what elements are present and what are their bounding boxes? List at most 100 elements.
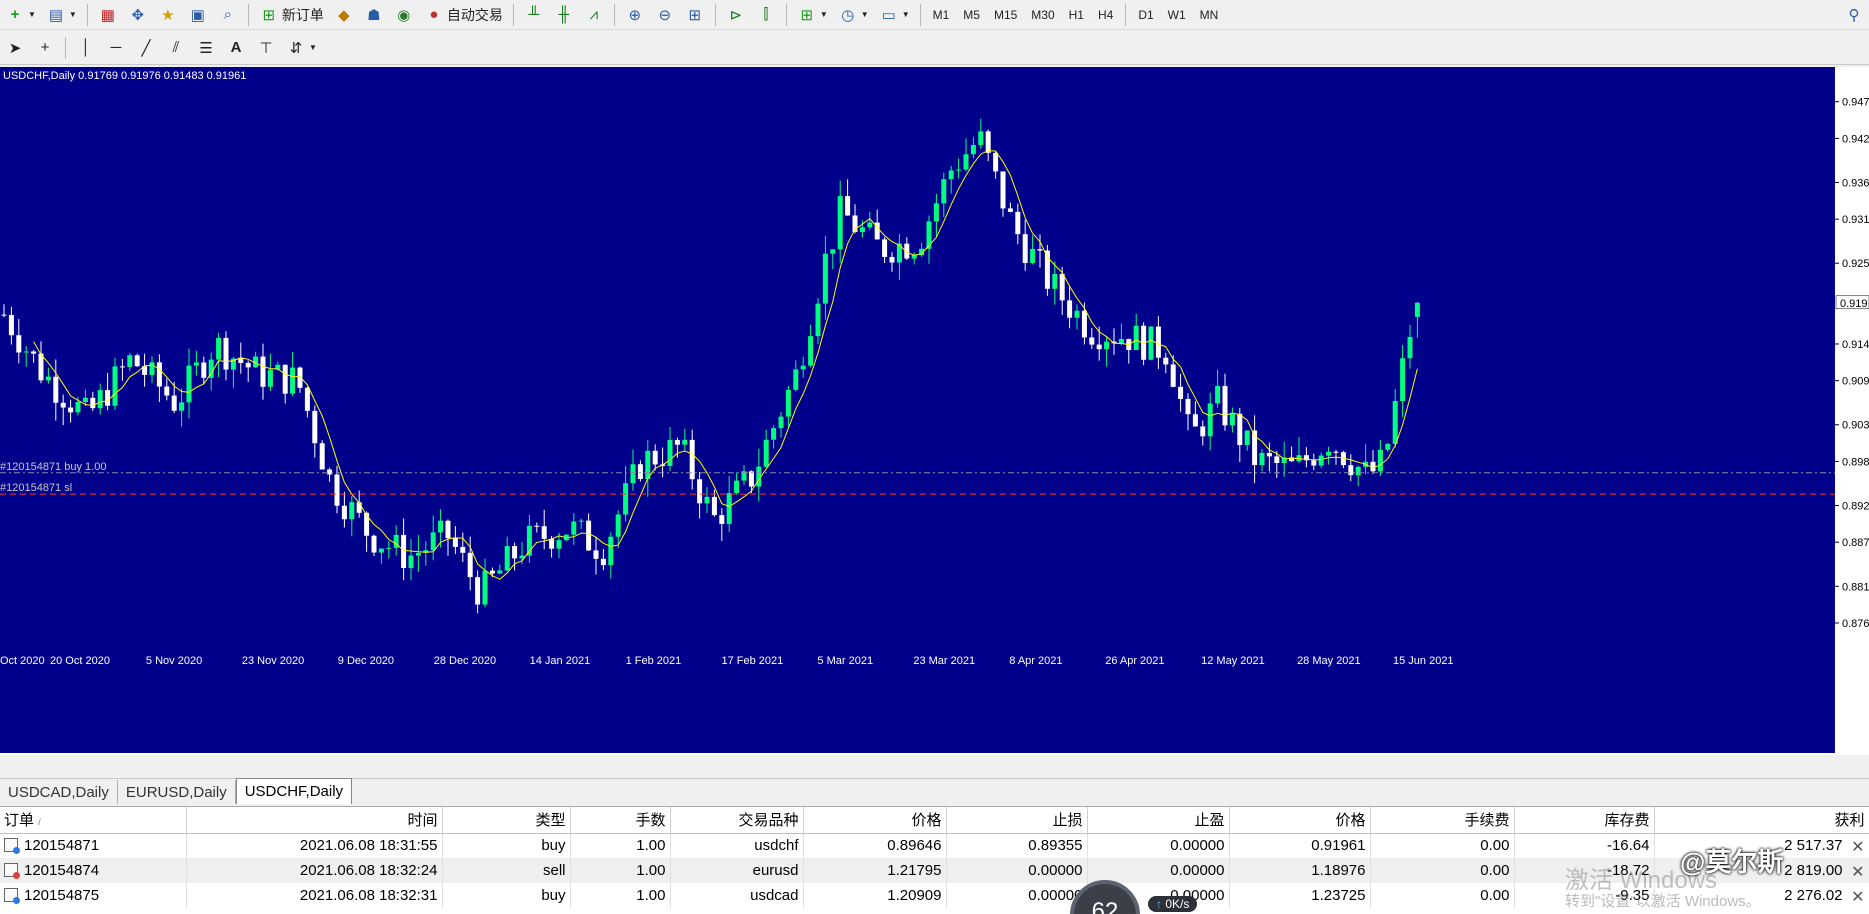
- timeframe-h1[interactable]: H1: [1062, 3, 1091, 27]
- column-symbol[interactable]: 交易品种: [670, 807, 804, 834]
- terminal-button[interactable]: ▣: [185, 2, 211, 28]
- search-button[interactable]: ⚲: [1841, 2, 1867, 28]
- chart-window[interactable]: 0.947 0.942 0.936 0.931 0.925 0.914 0.909 0.903…: [0, 67, 1869, 755]
- candlestick-chart-button[interactable]: ╫: [551, 2, 577, 28]
- metaeditor-button[interactable]: ◆: [331, 2, 357, 28]
- column-lots[interactable]: 手数: [570, 807, 671, 834]
- navigator-button[interactable]: ★: [155, 2, 181, 28]
- timeframe-m15[interactable]: M15: [987, 3, 1024, 27]
- bear-candle: [364, 512, 370, 536]
- trendline-button[interactable]: ╱: [133, 35, 159, 61]
- close-order-icon[interactable]: ✕: [1851, 862, 1864, 882]
- close-order-icon[interactable]: ✕: [1851, 837, 1864, 857]
- bull-candle: [415, 552, 421, 556]
- trendline-icon: ╱: [141, 39, 151, 57]
- text-button[interactable]: A: [223, 35, 249, 61]
- auto-trading-button[interactable]: ● 自动交易: [421, 2, 506, 28]
- bar-chart-icon: ╨: [528, 6, 540, 23]
- column-order[interactable]: 订单 /: [0, 807, 187, 834]
- price-label: 0.898: [1842, 456, 1869, 468]
- bear-candle: [156, 362, 162, 387]
- market-watch-button[interactable]: ▦: [95, 2, 121, 28]
- date-label: 9 Dec 2020: [338, 655, 394, 667]
- bull-candle: [1133, 325, 1139, 350]
- autoscroll-button[interactable]: ⊳: [723, 2, 749, 28]
- table-row[interactable]: 120154871 2021.06.08 18:31:55 buy 1.00 u…: [0, 833, 1869, 858]
- fibonacci-button[interactable]: ☰: [193, 35, 219, 61]
- symbol-cell: eurusd: [670, 858, 804, 883]
- tile-windows-button[interactable]: ⊞: [682, 2, 708, 28]
- bull-candle: [578, 520, 584, 522]
- column-type[interactable]: 类型: [442, 807, 571, 834]
- close-order-icon[interactable]: ✕: [1851, 887, 1864, 907]
- bull-candle: [386, 547, 392, 549]
- new-chart-button[interactable]: + ▼: [2, 2, 39, 28]
- templates-button[interactable]: ▭ ▼: [876, 2, 913, 28]
- chat-button[interactable]: ◉: [391, 2, 417, 28]
- line-chart-button[interactable]: ⩘: [581, 2, 607, 28]
- tab-usdchf-daily[interactable]: USDCHF,Daily: [235, 778, 353, 804]
- column-swap[interactable]: 库存费: [1514, 807, 1655, 834]
- crosshair-button[interactable]: +: [32, 35, 58, 61]
- vertical-line-icon: │: [81, 39, 91, 56]
- timeframe-m5[interactable]: M5: [956, 3, 987, 27]
- price-label: 0.903: [1842, 420, 1869, 432]
- bear-candle: [1059, 273, 1065, 301]
- bear-candle: [541, 526, 547, 539]
- date-label: 5 Nov 2020: [146, 655, 202, 667]
- price-chart[interactable]: 0.947 0.942 0.936 0.931 0.925 0.914 0.909 0.903…: [0, 67, 1869, 755]
- zoom-in-button[interactable]: ⊕: [622, 2, 648, 28]
- timeframe-h4[interactable]: H4: [1091, 3, 1120, 27]
- separator: [247, 3, 249, 26]
- order-cell: 120154875: [0, 883, 187, 908]
- column-time[interactable]: 时间: [186, 807, 443, 834]
- strategy-tester-button[interactable]: ⌕: [215, 2, 241, 28]
- date-label: 15 Jun 2021: [1393, 655, 1454, 667]
- zoom-out-button[interactable]: ⊖: [652, 2, 678, 28]
- bull-candle: [1326, 451, 1332, 456]
- bull-candle: [1030, 249, 1036, 263]
- bear-candle: [8, 314, 14, 336]
- bear-candle: [319, 443, 325, 470]
- timeframe-w1[interactable]: W1: [1161, 3, 1193, 27]
- vertical-line-button[interactable]: │: [73, 35, 99, 61]
- separator: [919, 3, 921, 26]
- new-order-button[interactable]: ⊞ 新订单: [256, 2, 327, 28]
- chart-shift-button[interactable]: ⫿: [753, 2, 779, 28]
- bear-candle: [586, 520, 592, 551]
- timeframe-m30[interactable]: M30: [1024, 3, 1061, 27]
- periods-button[interactable]: ◷ ▼: [835, 2, 872, 28]
- bull-candle: [290, 367, 296, 394]
- sell-order-icon: [4, 863, 20, 879]
- column-price[interactable]: 价格: [1229, 807, 1371, 834]
- bull-candle: [682, 439, 688, 445]
- column-commission[interactable]: 手续费: [1370, 807, 1515, 834]
- column-profit[interactable]: 获利: [1654, 807, 1869, 834]
- price-label: 0.936: [1842, 177, 1869, 189]
- template-icon: ▭: [881, 6, 896, 24]
- timeframe-d1[interactable]: D1: [1131, 3, 1160, 27]
- bull-candle: [1407, 336, 1413, 359]
- column-open-price[interactable]: 价格: [803, 807, 947, 834]
- indicators-button[interactable]: ⊞ ▼: [794, 2, 831, 28]
- text-label-button[interactable]: ⊤: [253, 35, 279, 61]
- timeframe-mn[interactable]: MN: [1193, 3, 1226, 27]
- bear-candle: [31, 351, 37, 354]
- dropdown-arrow-icon: ▼: [901, 10, 910, 19]
- tab-usdcad-daily[interactable]: USDCAD,Daily: [0, 780, 118, 804]
- bull-candle: [112, 366, 118, 406]
- tab-eurusd-daily[interactable]: EURUSD,Daily: [118, 780, 236, 804]
- column-stop-loss[interactable]: 止损: [946, 807, 1088, 834]
- cursor-button[interactable]: ➤: [2, 35, 28, 61]
- timeframe-m1[interactable]: M1: [926, 3, 957, 27]
- data-window-button[interactable]: ✥: [125, 2, 151, 28]
- plot-area[interactable]: [0, 67, 1835, 753]
- channel-button[interactable]: ⫽: [163, 35, 189, 61]
- signals-button[interactable]: ☗: [361, 2, 387, 28]
- lots-cell: 1.00: [570, 883, 671, 908]
- column-take-profit[interactable]: 止盈: [1087, 807, 1230, 834]
- arrows-button[interactable]: ⇵ ▼: [283, 35, 320, 61]
- bar-chart-button[interactable]: ╨: [521, 2, 547, 28]
- profiles-button[interactable]: ▤ ▼: [43, 2, 80, 28]
- horizontal-line-button[interactable]: ─: [103, 35, 129, 61]
